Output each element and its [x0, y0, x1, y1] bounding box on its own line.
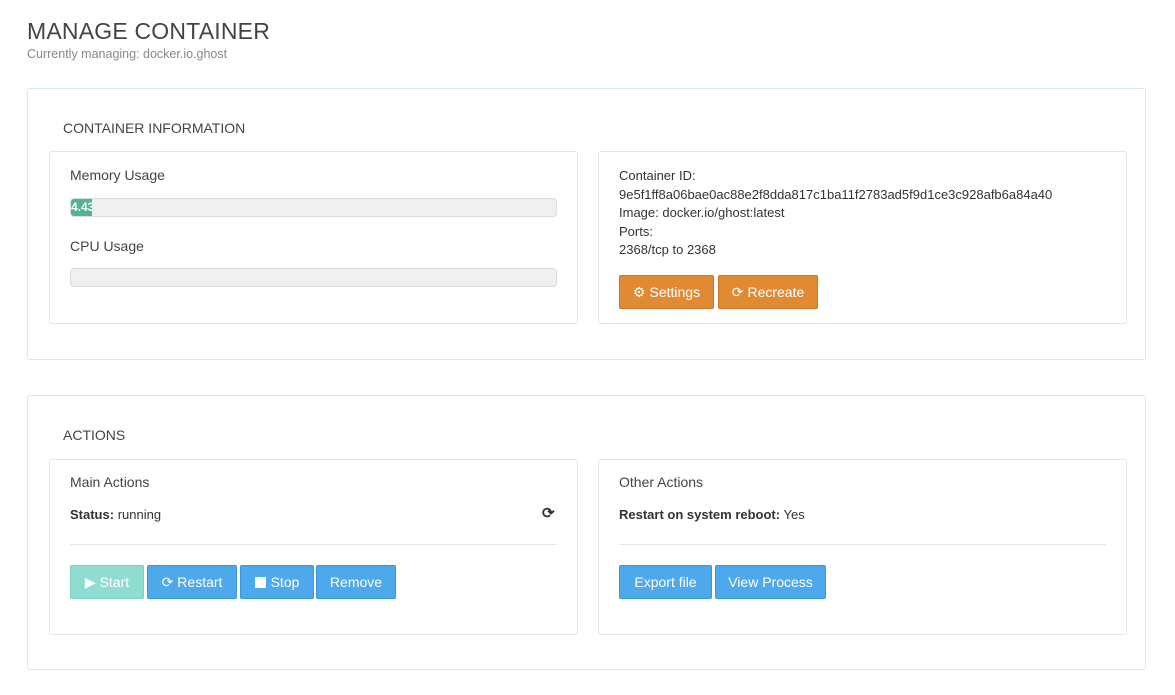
memory-progress-bar: 4.43	[71, 199, 93, 216]
status-refresh-icon[interactable]: ⟳	[542, 504, 555, 522]
container-information-panel: CONTAINER INFORMATION Memory Usage 4.43 …	[27, 88, 1146, 360]
stop-button[interactable]: Stop	[240, 565, 314, 599]
view-process-button-label: View Process	[728, 574, 813, 590]
actions-panel: ACTIONS Main Actions Status: running ⟳ ▶…	[27, 395, 1146, 670]
container-details-card: Container ID: 9e5f1ff8a06bae0ac88e2f8dda…	[598, 151, 1127, 324]
actions-heading: ACTIONS	[63, 427, 126, 443]
memory-progress-text: 4.43	[71, 200, 93, 214]
memory-progress: 4.43	[70, 198, 557, 217]
ports-value: 2368/tcp to 2368	[619, 242, 716, 257]
other-actions-card: Other Actions Restart on system reboot: …	[598, 459, 1127, 635]
memory-usage-label: Memory Usage	[70, 167, 165, 183]
export-file-button[interactable]: Export file	[619, 565, 712, 599]
recreate-button-label: Recreate	[747, 284, 805, 300]
main-actions-title: Main Actions	[70, 474, 150, 490]
other-actions-title: Other Actions	[619, 474, 704, 490]
image-text: Image: docker.io/ghost:latest	[619, 205, 785, 220]
restart-button[interactable]: ⟳ Restart	[147, 565, 237, 599]
cpu-progress	[70, 268, 557, 287]
gear-icon: ⚙	[632, 283, 646, 300]
refresh-icon: ⟳	[161, 573, 174, 590]
main-actions-card: Main Actions Status: running ⟳ ▶ Start ⟳…	[49, 459, 578, 635]
main-actions-divider	[70, 544, 557, 545]
cpu-usage-label: CPU Usage	[70, 238, 144, 254]
stop-icon	[254, 576, 266, 588]
container-information-heading: CONTAINER INFORMATION	[63, 120, 246, 136]
reboot-label: Restart on system reboot:	[619, 507, 781, 522]
status-text: Status: running	[70, 507, 161, 522]
ports-label: Ports:	[619, 223, 653, 239]
usage-card: Memory Usage 4.43 CPU Usage	[49, 151, 578, 324]
reboot-text: Restart on system reboot: Yes	[619, 507, 805, 522]
other-actions-divider	[619, 544, 1106, 545]
container-id-label: Container ID:	[619, 168, 696, 183]
settings-button[interactable]: ⚙ Settings	[619, 275, 714, 309]
reboot-value: Yes	[783, 507, 805, 522]
refresh-icon: ⟳	[731, 283, 744, 300]
recreate-button[interactable]: ⟳ Recreate	[718, 275, 818, 309]
export-file-button-label: Export file	[634, 574, 697, 590]
restart-button-label: Restart	[177, 574, 223, 590]
page-title: MANAGE CONTAINER	[27, 18, 271, 44]
play-icon: ▶	[84, 573, 96, 590]
stop-button-label: Stop	[270, 574, 300, 590]
view-process-button[interactable]: View Process	[715, 565, 826, 599]
status-label: Status:	[70, 507, 115, 522]
container-id-value: 9e5f1ff8a06bae0ac88e2f8dda817c1ba11f2783…	[619, 186, 1053, 202]
status-value: running	[117, 507, 162, 522]
start-button[interactable]: ▶ Start	[70, 565, 144, 599]
remove-button-label: Remove	[329, 574, 383, 590]
remove-button[interactable]: Remove	[316, 565, 396, 599]
page-subtitle: Currently managing: docker.io.ghost	[27, 47, 228, 61]
start-button-label: Start	[99, 574, 130, 590]
settings-button-label: Settings	[649, 284, 701, 300]
